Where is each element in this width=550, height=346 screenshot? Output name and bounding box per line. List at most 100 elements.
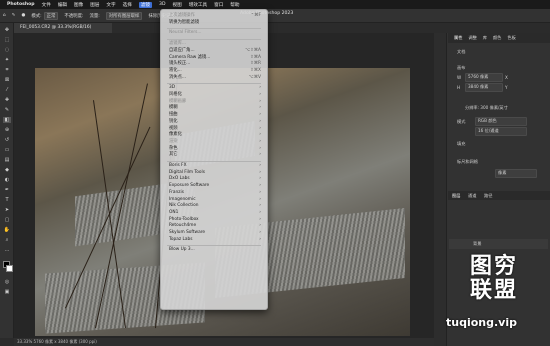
brush-tool-icon[interactable]: ✎: [3, 107, 11, 113]
filter-menu-item[interactable]: 风格化 ›: [169, 92, 261, 98]
filter-menu-item[interactable]: Camera Raw 滤镜... ⇧⌘A: [169, 55, 261, 61]
pen-tool-icon[interactable]: ✒: [3, 187, 11, 193]
filter-menu-item: 上次滤镜操作 ⌃⌘F: [169, 13, 261, 19]
tab-libraries[interactable]: 库: [483, 35, 487, 41]
filter-menu-item[interactable]: Blow Up 3...: [169, 247, 261, 253]
menu-layer[interactable]: 图层: [90, 2, 99, 8]
color-mode-select[interactable]: RGB 颜色: [475, 117, 527, 126]
filter-menu-item[interactable]: ON1 ›: [169, 210, 261, 216]
filter-menu-item[interactable]: 其它 ›: [169, 152, 261, 158]
filter-menu-item[interactable]: 液化... ⇧⌘X: [169, 68, 261, 74]
filter-menu-item[interactable]: 镜头校正... ⇧⌘R: [169, 61, 261, 67]
menu-help[interactable]: 帮助: [230, 2, 239, 8]
filter-menu-item[interactable]: Exposure Software ›: [169, 183, 261, 189]
width-field[interactable]: 5760 像素: [465, 73, 503, 82]
filter-menu-item[interactable]: 自适应广角... ⌥⇧⌘A: [169, 48, 261, 54]
tab-properties[interactable]: 属性: [454, 35, 462, 41]
tab-paths[interactable]: 路径: [484, 193, 492, 199]
crop-tool-icon[interactable]: ⌗: [3, 67, 11, 73]
menu-image[interactable]: 图像: [74, 2, 83, 8]
mode-select[interactable]: 正常: [43, 11, 59, 20]
tab-swatches[interactable]: 色板: [507, 35, 515, 41]
menu-type[interactable]: 文字: [106, 2, 115, 8]
filter-menu-item-label: Topaz Labs: [169, 236, 193, 242]
menu-file[interactable]: 文件: [42, 2, 51, 8]
sample-all-layers[interactable]: 对所有图层取样: [105, 11, 143, 20]
menu-plugins[interactable]: 增效工具: [189, 2, 207, 8]
submenu-chevron-icon: ›: [259, 216, 261, 222]
filter-menu-item[interactable]: 模糊 ›: [169, 105, 261, 111]
eraser-tool-icon[interactable]: ▭: [3, 147, 11, 153]
marquee-tool-icon[interactable]: ⬚: [3, 37, 11, 43]
filter-menu-item[interactable]: Skylum Software ›: [169, 230, 261, 236]
eraser-tool-selected-icon[interactable]: ◧: [3, 117, 11, 123]
eraser-tool-icon[interactable]: ✎: [12, 13, 16, 18]
brush-preset-icon[interactable]: ●: [21, 13, 25, 18]
tab-adjustments[interactable]: 调整: [468, 35, 476, 41]
shape-tool-icon[interactable]: ▢: [3, 217, 11, 223]
menu-filter[interactable]: 滤镜: [138, 1, 153, 8]
clone-stamp-tool-icon[interactable]: ⊕: [3, 127, 11, 133]
filter-menu-item[interactable]: Retouch4me ›: [169, 223, 261, 229]
history-brush-tool-icon[interactable]: ↺: [3, 137, 11, 143]
filter-menu-item-label: 3D: [169, 85, 176, 91]
filter-menu-item[interactable]: 像素化 ›: [169, 132, 261, 138]
filter-menu-item[interactable]: Franzis ›: [169, 190, 261, 196]
filter-menu-item[interactable]: Nik Collection ›: [169, 203, 261, 209]
submenu-chevron-icon: ›: [259, 138, 261, 144]
blur-tool-icon[interactable]: ◆: [3, 167, 11, 173]
filter-menu-item[interactable]: 扭曲 ›: [169, 112, 261, 118]
filter-menu-item[interactable]: 消失点... ⌥⌘V: [169, 75, 261, 81]
filter-menu-item[interactable]: Photo-Toolbox ›: [169, 217, 261, 223]
menu-3d[interactable]: 3D: [159, 2, 165, 7]
doc-label: 文档: [457, 49, 466, 54]
units-select[interactable]: 像素: [495, 169, 537, 178]
submenu-chevron-icon: ›: [259, 125, 261, 131]
filter-menu-item[interactable]: DxO Labs ›: [169, 176, 261, 182]
healing-tool-icon[interactable]: ✚: [3, 97, 11, 103]
quick-mask-icon[interactable]: ◎: [3, 279, 11, 285]
tab-channels[interactable]: 通道: [468, 193, 476, 199]
menu-edit[interactable]: 编辑: [58, 2, 67, 8]
tab-layers[interactable]: 图层: [452, 193, 460, 199]
filter-menu-item[interactable]: 转换为智能滤镜: [169, 20, 261, 26]
menu-view[interactable]: 视图: [173, 2, 182, 8]
move-tool-icon[interactable]: ✥: [3, 27, 11, 33]
filter-menu-item[interactable]: Digital Film Tools ›: [169, 170, 261, 176]
canvas-label: 画布: [457, 65, 466, 70]
filter-menu-item[interactable]: Topaz Labs ›: [169, 237, 261, 243]
height-field[interactable]: 3840 像素: [465, 83, 503, 92]
home-icon[interactable]: ⌂: [3, 13, 6, 18]
menu-select[interactable]: 选择: [123, 2, 132, 8]
filter-menu-item-label: 上次滤镜操作: [169, 13, 195, 18]
filter-menu-item-label: Imagenomic: [169, 196, 196, 202]
filter-menu-item-label: Nik Collection: [169, 203, 199, 209]
filter-menu-item[interactable]: 锐化 ›: [169, 119, 261, 125]
lasso-tool-icon[interactable]: ◌: [3, 47, 11, 53]
filter-menu-item[interactable]: 杂色 ›: [169, 146, 261, 152]
background-color-swatch[interactable]: [6, 265, 13, 272]
gradient-tool-icon[interactable]: ▤: [3, 157, 11, 163]
filter-menu-item: 滤镜库...: [169, 41, 261, 47]
frame-tool-icon[interactable]: ⊠: [3, 77, 11, 83]
dodge-tool-icon[interactable]: ◐: [3, 177, 11, 183]
zoom-tool-icon[interactable]: ⌕: [3, 237, 11, 243]
layer-row[interactable]: 背景: [449, 239, 548, 249]
more-tools-icon[interactable]: …: [3, 247, 11, 253]
filter-menu-item[interactable]: 3D ›: [169, 85, 261, 91]
tab-color[interactable]: 颜色: [493, 35, 501, 41]
bit-depth-select[interactable]: 16 位/通道: [475, 127, 527, 136]
filter-menu-item[interactable]: Boris FX ›: [169, 163, 261, 169]
quick-select-tool-icon[interactable]: ✦: [3, 57, 11, 63]
filter-menu-item[interactable]: Imagenomic ›: [169, 197, 261, 203]
type-tool-icon[interactable]: T: [3, 197, 11, 203]
filter-menu-item[interactable]: 视频 ›: [169, 126, 261, 132]
screen-mode-icon[interactable]: ▣: [3, 289, 11, 295]
menu-app-name[interactable]: Photoshop: [7, 2, 35, 7]
hand-tool-icon[interactable]: ✋: [3, 227, 11, 233]
eyedropper-tool-icon[interactable]: ⁄: [3, 87, 11, 93]
filter-menu-item-shortcut: ⇧⌘R: [250, 61, 261, 67]
path-select-tool-icon[interactable]: ➤: [3, 207, 11, 213]
filter-menu-item-label: 杂色: [169, 145, 178, 151]
menu-window[interactable]: 窗口: [214, 2, 223, 8]
